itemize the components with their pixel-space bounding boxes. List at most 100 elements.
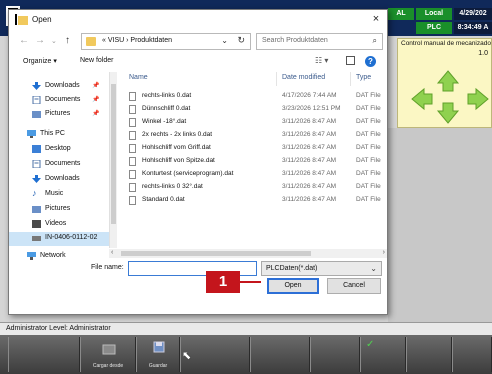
- nav-item-documents-quick[interactable]: Documents 📌: [9, 94, 109, 108]
- file-icon: [129, 92, 136, 101]
- file-row[interactable]: rechts-links 0 32°.dat 3/11/2026 8:47 AM…: [118, 181, 387, 194]
- recent-dropdown-icon[interactable]: ⌄: [51, 37, 57, 45]
- column-header-name[interactable]: Name: [129, 74, 148, 81]
- softkey-save-label: Guardar: [148, 363, 168, 369]
- check-icon: ✓: [366, 339, 375, 350]
- file-name: Dünnschliff 0.dat: [142, 105, 191, 112]
- softkey-load[interactable]: Cargar desde: [80, 337, 136, 372]
- file-icon: [129, 170, 136, 179]
- nav-item-desktop[interactable]: Desktop: [9, 143, 109, 157]
- softkey-save[interactable]: Guardar: [136, 337, 180, 372]
- nav-item-label: Music: [45, 190, 64, 197]
- address-path[interactable]: « VISU › Produktdaten: [102, 37, 172, 44]
- dialog-title: Open: [32, 15, 52, 24]
- nav-pane-scroll-thumb[interactable]: [111, 84, 116, 224]
- hmi-local-badge: Local: [416, 8, 452, 20]
- address-bar[interactable]: « VISU › Produktdaten ⌄ ↻: [81, 33, 251, 50]
- file-date: 3/23/2026 12:51 PM: [282, 105, 341, 112]
- preview-pane-icon[interactable]: [346, 56, 355, 65]
- forward-arrow-icon[interactable]: →: [35, 35, 45, 46]
- organize-button[interactable]: Organize ▾: [23, 57, 57, 65]
- column-divider[interactable]: [350, 72, 351, 86]
- file-date: 3/11/2026 8:47 AM: [282, 170, 337, 177]
- up-arrow-icon[interactable]: ↑: [65, 35, 70, 46]
- file-type-filter[interactable]: PLCDaten(*.dat) ⌄: [261, 261, 382, 276]
- refresh-icon[interactable]: ↻: [237, 35, 245, 46]
- scroll-left-icon[interactable]: ‹: [111, 249, 113, 256]
- search-box[interactable]: Search Produktdaten ⌕: [256, 33, 383, 50]
- load-icon: [102, 344, 116, 355]
- hmi-date: 4/29/202: [454, 8, 492, 20]
- scroll-right-icon[interactable]: ›: [383, 249, 385, 256]
- column-header-date[interactable]: Date modified: [282, 74, 325, 81]
- softkey-8[interactable]: [406, 337, 452, 372]
- file-row[interactable]: rechts-links 0.dat 4/17/2026 7:44 AM DAT…: [118, 90, 387, 103]
- hmi-content-area: [388, 128, 492, 323]
- new-folder-button[interactable]: New folder: [80, 57, 113, 64]
- address-dropdown-icon[interactable]: ⌄: [221, 36, 228, 45]
- softkey-9[interactable]: [452, 337, 492, 372]
- open-button[interactable]: Open: [267, 278, 319, 294]
- column-divider[interactable]: [276, 72, 277, 86]
- computer-icon: [27, 130, 36, 138]
- close-button[interactable]: ×: [365, 10, 387, 29]
- download-icon: [32, 82, 41, 90]
- download-icon: [32, 175, 41, 183]
- nav-item-downloads[interactable]: Downloads: [9, 173, 109, 187]
- file-name: rechts-links 0.dat: [142, 92, 192, 99]
- pictures-icon: [32, 206, 41, 213]
- file-row[interactable]: Hohlschliff vom Griff.dat 3/11/2026 8:47…: [118, 142, 387, 155]
- mouse-cursor-icon: ⬉: [182, 350, 192, 362]
- softkey-5[interactable]: [250, 337, 310, 372]
- hmi-user-info: Administrator Level: Administrator: [6, 325, 111, 332]
- file-icon: [129, 131, 136, 140]
- nav-item-label: Documents: [45, 160, 81, 167]
- file-name: rechts-links 0 32°.dat: [142, 183, 203, 190]
- nav-item-downloads-quick[interactable]: Downloads 📌: [9, 80, 109, 94]
- nav-item-music[interactable]: ♪ Music: [9, 188, 109, 202]
- dialog-toolbar: Organize ▾ New folder ☷ ▾ ?: [9, 54, 387, 71]
- file-name-label: File name:: [91, 264, 124, 271]
- file-date: 3/11/2026 8:47 AM: [282, 157, 337, 164]
- pin-icon: 📌: [92, 111, 100, 117]
- horizontal-scroll-thumb[interactable]: [121, 251, 311, 256]
- nav-item-documents[interactable]: Documents: [9, 158, 109, 172]
- chevron-down-icon: ⌄: [370, 264, 377, 273]
- softkey-6[interactable]: [310, 337, 360, 372]
- nav-item-pictures-quick[interactable]: Pictures 📌: [9, 108, 109, 122]
- hmi-time: 8:34:49 A: [454, 22, 492, 34]
- file-type: DAT File: [356, 118, 381, 125]
- nav-item-pictures[interactable]: Pictures: [9, 203, 109, 217]
- softkey-1[interactable]: [8, 337, 80, 372]
- nav-item-drive[interactable]: IN-0406-0112-02: [9, 232, 109, 246]
- nav-item-label: Downloads: [45, 175, 80, 182]
- file-row[interactable]: Hohlschliff von Spitze.dat 3/11/2026 8:4…: [118, 155, 387, 168]
- nav-pane-scrollbar[interactable]: [109, 72, 117, 248]
- file-type: DAT File: [356, 144, 381, 151]
- arrow-left-icon: [411, 87, 433, 111]
- file-name: Winkel -18°.dat: [142, 118, 187, 125]
- nav-item-label: Network: [40, 252, 66, 259]
- save-disk-icon: [153, 341, 165, 353]
- cancel-button[interactable]: Cancel: [327, 278, 381, 294]
- view-options-icon[interactable]: ☷ ▾: [315, 56, 328, 65]
- softkey-confirm[interactable]: ✓: [360, 337, 406, 372]
- nav-item-this-pc[interactable]: This PC: [9, 128, 109, 142]
- file-row[interactable]: Winkel -18°.dat 3/11/2026 8:47 AM DAT Fi…: [118, 116, 387, 129]
- help-icon[interactable]: ?: [365, 56, 376, 67]
- column-header-type[interactable]: Type: [356, 74, 371, 81]
- softkey-load-label: Cargar desde: [92, 363, 124, 369]
- file-row[interactable]: Konturtest (serviceprogram).dat 3/11/202…: [118, 168, 387, 181]
- back-arrow-icon[interactable]: ←: [19, 35, 29, 46]
- pin-icon: 📌: [92, 83, 100, 89]
- file-name: Konturtest (serviceprogram).dat: [142, 170, 234, 177]
- file-name: Hohlschliff von Spitze.dat: [142, 157, 215, 164]
- file-type: DAT File: [356, 131, 381, 138]
- file-row[interactable]: 2x rechts - 2x links 0.dat 3/11/2026 8:4…: [118, 129, 387, 142]
- dialog-title-bar[interactable]: Open ×: [9, 10, 387, 29]
- horizontal-scrollbar[interactable]: ‹ ›: [109, 249, 387, 258]
- file-row[interactable]: Standard 0.dat 3/11/2026 8:47 AM DAT Fil…: [118, 194, 387, 207]
- nav-item-label: Pictures: [45, 110, 71, 117]
- nav-item-videos[interactable]: Videos: [9, 218, 109, 232]
- file-row[interactable]: Dünnschliff 0.dat 3/23/2026 12:51 PM DAT…: [118, 103, 387, 116]
